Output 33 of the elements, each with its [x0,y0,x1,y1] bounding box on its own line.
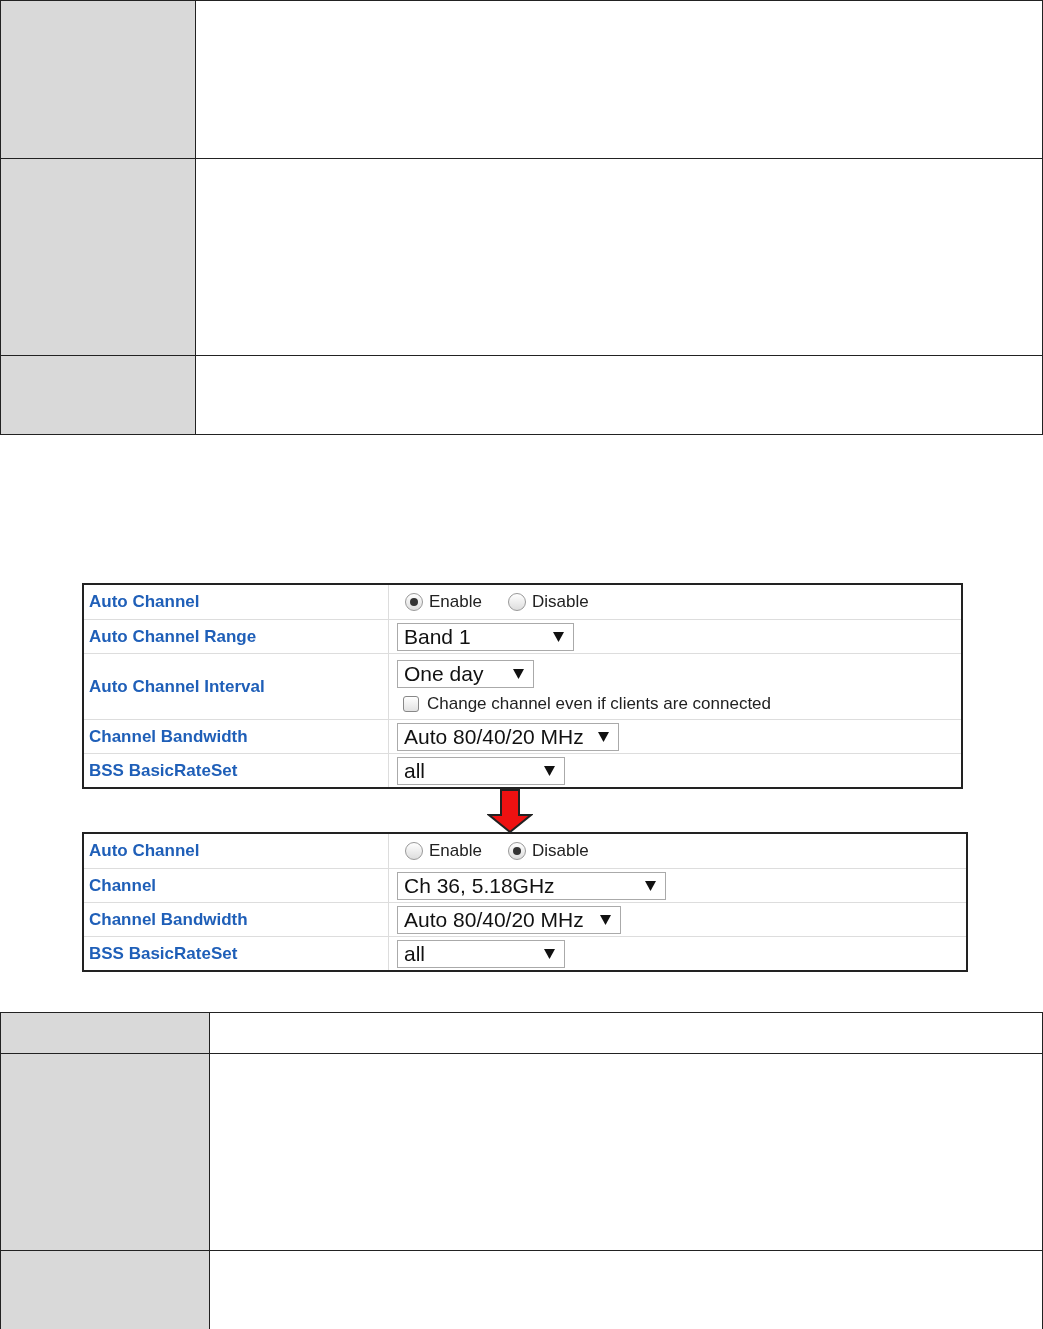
dropdown[interactable]: Band 1 [397,622,574,651]
field-label: BSS BasicRateSet [89,943,238,964]
radio-button[interactable] [405,593,423,611]
caret-icon [645,880,656,891]
radio-button[interactable] [405,842,423,860]
dropdown[interactable]: Auto 80/40/20 MHz [397,722,619,751]
dropdown[interactable]: Ch 36, 5.18GHz [397,871,666,900]
field-label: Channel Bandwidth [89,909,248,930]
dropdown[interactable]: Auto 80/40/20 MHz [397,905,621,934]
caret-icon [513,668,524,679]
dropdown[interactable]: all [397,756,565,785]
caret-icon [600,914,611,925]
checkbox[interactable] [403,695,419,712]
radio-label: Enable [429,592,482,612]
caret-icon [598,731,609,742]
dropdown[interactable]: One day [397,659,534,688]
field-label: Auto Channel [89,592,200,612]
caret-icon [544,948,555,959]
field-label: Auto Channel Interval [89,676,265,697]
checkbox-label: Change channel even if clients are connected [427,693,771,714]
dropdown[interactable]: all [397,939,565,968]
field-label: Channel [89,875,157,896]
field-label: Auto Channel [89,841,200,861]
radio-label: Disable [531,841,589,861]
radio-label: Enable [429,841,482,861]
radio-label: Disable [531,592,589,612]
radio-button[interactable] [507,842,526,860]
caret-icon [553,631,564,642]
field-label: BSS BasicRateSet [89,760,238,781]
radio-button[interactable] [507,593,526,611]
field-label: Auto Channel Range [89,626,257,647]
field-label: Channel Bandwidth [89,726,248,747]
caret-icon [544,765,555,776]
